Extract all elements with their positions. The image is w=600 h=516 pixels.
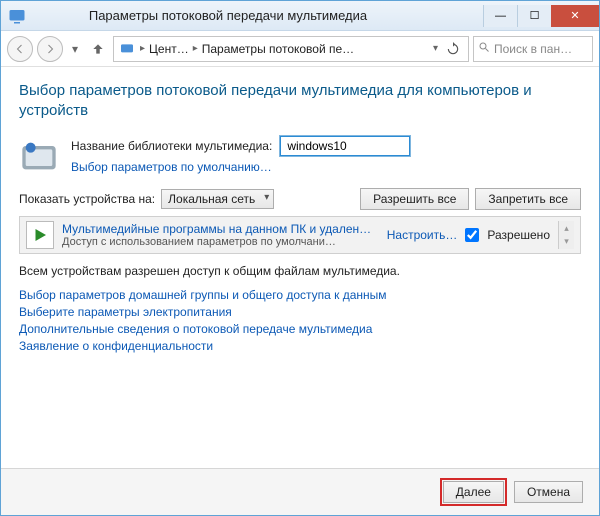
maximize-button[interactable]: ☐ <box>517 5 551 27</box>
library-name-label: Название библиотеки мультимедиа: <box>71 139 272 153</box>
library-name-input[interactable] <box>280 136 410 156</box>
homegroup-link[interactable]: Выбор параметров домашней группы и общег… <box>19 288 581 302</box>
show-devices-row: Показать устройства на: Локальная сеть Р… <box>19 188 581 210</box>
library-icon <box>19 136 59 176</box>
related-links: Выбор параметров домашней группы и общег… <box>19 288 581 353</box>
cancel-button[interactable]: Отмена <box>514 481 583 503</box>
breadcrumb-seg-1[interactable]: Цент… <box>149 42 189 56</box>
library-section: Название библиотеки мультимедиа: Выбор п… <box>19 136 581 176</box>
device-subtitle: Доступ с использованием параметров по ум… <box>62 236 379 248</box>
window-title: Параметры потоковой передачи мультимедиа <box>0 8 483 23</box>
search-input[interactable]: Поиск в пан… <box>473 36 593 62</box>
device-customize-link[interactable]: Настроить… <box>387 228 458 242</box>
summary-text: Всем устройствам разрешен доступ к общим… <box>19 264 581 278</box>
chevron-right-icon: ▸ <box>138 43 147 54</box>
close-button[interactable]: ✕ <box>551 5 599 27</box>
breadcrumb[interactable]: ▸ Цент… ▸ Параметры потоковой пе… ▾ <box>113 36 469 62</box>
breadcrumb-seg-2[interactable]: Параметры потоковой пе… <box>202 42 354 56</box>
device-allowed-checkbox[interactable] <box>465 228 479 242</box>
back-button[interactable] <box>7 36 33 62</box>
privacy-link[interactable]: Заявление о конфиденциальности <box>19 339 581 353</box>
forward-button[interactable] <box>37 36 63 62</box>
titlebar: Параметры потоковой передачи мультимедиа… <box>1 1 599 31</box>
navbar: ▾ ▸ Цент… ▸ Параметры потоковой пе… ▾ По… <box>1 31 599 67</box>
device-title: Мультимедийные программы на данном ПК и … <box>62 222 379 236</box>
device-allowed-label: Разрешено <box>487 228 550 242</box>
window-controls: — ☐ ✕ <box>483 5 599 27</box>
scrollbar[interactable]: ▴▾ <box>558 221 574 249</box>
chevron-right-icon: ▸ <box>191 43 200 54</box>
device-item[interactable]: Мультимедийные программы на данном ПК и … <box>62 222 379 248</box>
history-dropdown[interactable]: ▾ <box>67 36 83 62</box>
window: Параметры потоковой передачи мультимедиа… <box>0 0 600 516</box>
breadcrumb-icon <box>118 41 136 57</box>
search-icon <box>478 41 490 56</box>
default-params-link[interactable]: Выбор параметров по умолчанию… <box>71 160 272 174</box>
search-placeholder: Поиск в пан… <box>494 42 572 56</box>
allow-all-button[interactable]: Разрешить все <box>360 188 469 210</box>
media-device-icon <box>26 221 54 249</box>
page-title: Выбор параметров потоковой передачи муль… <box>19 81 581 122</box>
more-info-link[interactable]: Дополнительные сведения о потоковой пере… <box>19 322 581 336</box>
next-button[interactable]: Далее <box>443 481 504 503</box>
power-options-link[interactable]: Выберите параметры электропитания <box>19 305 581 319</box>
minimize-button[interactable]: — <box>483 5 517 27</box>
block-all-button[interactable]: Запретить все <box>475 188 581 210</box>
footer: Далее Отмена <box>1 468 599 515</box>
chevron-down-icon[interactable]: ▾ <box>431 43 440 54</box>
up-button[interactable] <box>87 38 109 60</box>
content: Выбор параметров потоковой передачи муль… <box>1 67 599 468</box>
network-scope-select[interactable]: Локальная сеть <box>161 189 274 209</box>
show-devices-label: Показать устройства на: <box>19 192 155 206</box>
device-list: Мультимедийные программы на данном ПК и … <box>19 216 581 254</box>
refresh-icon[interactable] <box>442 42 464 56</box>
